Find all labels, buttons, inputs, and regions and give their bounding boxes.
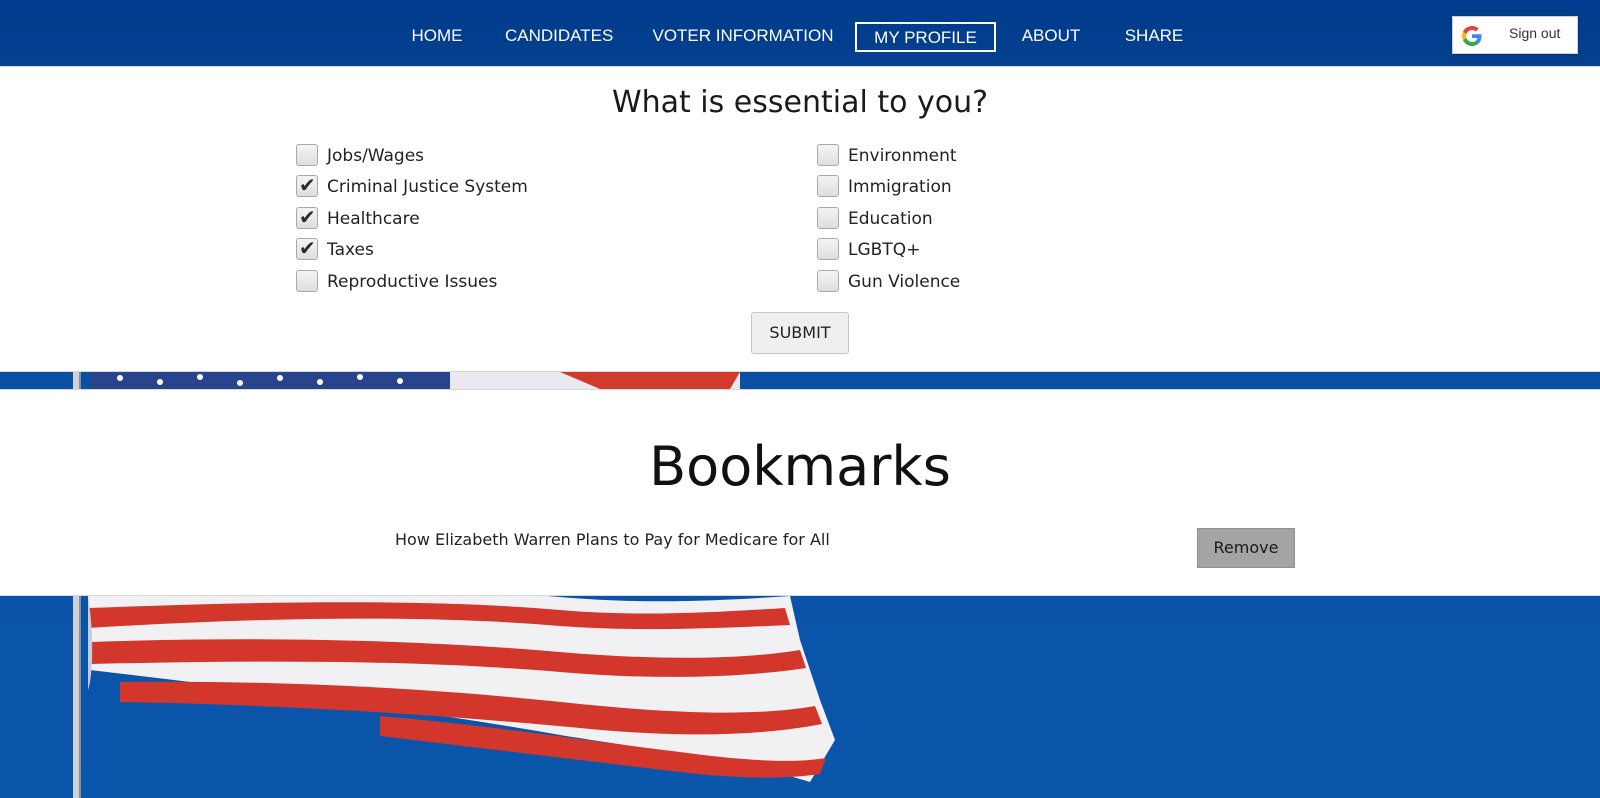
checkmark-icon: ✔ (299, 236, 316, 260)
nav-share[interactable]: SHARE (1120, 22, 1188, 52)
option-label: Education (848, 209, 933, 229)
checkbox[interactable]: ✔ (817, 270, 839, 292)
nav-about[interactable]: ABOUT (1018, 22, 1084, 52)
sign-out-label: Sign out (1509, 25, 1561, 41)
checkbox[interactable]: ✔ (296, 270, 318, 292)
bookmarks-title: Bookmarks (649, 435, 951, 498)
checkmark-icon: ✔ (299, 173, 316, 197)
checkbox[interactable]: ✔ (817, 238, 839, 260)
bookmark-link[interactable]: How Elizabeth Warren Plans to Pay for Me… (395, 530, 830, 549)
nav-my-profile[interactable]: MY PROFILE (855, 22, 996, 52)
option-label: LGBTQ+ (848, 240, 921, 260)
remove-bookmark-button[interactable]: Remove (1197, 528, 1295, 568)
submit-button[interactable]: SUBMIT (751, 312, 849, 354)
option-label: Environment (848, 146, 957, 166)
checkbox[interactable]: ✔ (296, 236, 318, 260)
option-label: Healthcare (327, 209, 420, 229)
checkbox[interactable]: ✔ (296, 144, 318, 166)
bookmarks-panel: Bookmarks How Elizabeth Warren Plans to … (0, 389, 1600, 596)
option-label: Criminal Justice System (327, 177, 528, 197)
checkmark-icon: ✔ (299, 205, 316, 229)
checkbox[interactable]: ✔ (817, 144, 839, 166)
nav-voter-information[interactable]: VOTER INFORMATION (652, 22, 834, 52)
checkbox[interactable]: ✔ (817, 175, 839, 197)
option-label: Gun Violence (848, 272, 961, 292)
option-label: Jobs/Wages (327, 146, 425, 166)
top-nav: HOME CANDIDATES VOTER INFORMATION MY PRO… (0, 0, 1600, 66)
nav-home[interactable]: HOME (404, 22, 470, 52)
essentials-panel: What is essential to you? ✔ Jobs/Wages ✔… (0, 66, 1600, 372)
option-label: Reproductive Issues (327, 272, 498, 292)
checkbox[interactable]: ✔ (296, 173, 318, 197)
essentials-title: What is essential to you? (611, 85, 989, 120)
sign-out-button[interactable]: Sign out (1452, 16, 1578, 54)
option-label: Immigration (848, 177, 952, 197)
checkbox[interactable]: ✔ (296, 205, 318, 229)
google-g-icon (1462, 26, 1482, 46)
checkbox[interactable]: ✔ (817, 207, 839, 229)
option-label: Taxes (327, 240, 374, 260)
nav-candidates[interactable]: CANDIDATES (505, 22, 613, 52)
